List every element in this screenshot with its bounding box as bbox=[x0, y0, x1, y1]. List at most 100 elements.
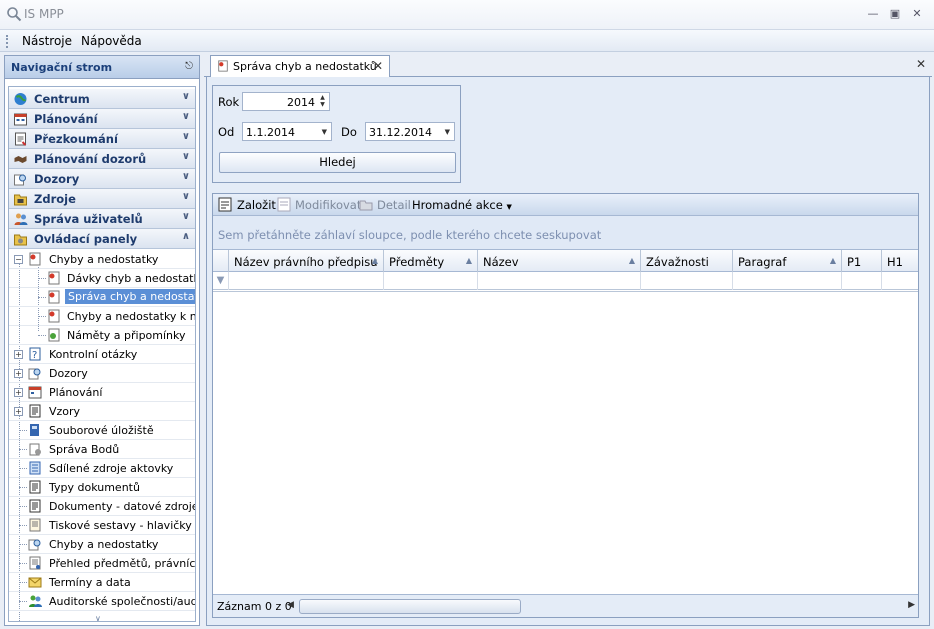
hromadne-akce-dropdown[interactable]: Hromadné akce ▼ bbox=[412, 198, 512, 212]
tree-item-chyby-k-n[interactable]: Chyby a nedostatky k n... bbox=[9, 307, 195, 326]
dropdown-arrow-icon[interactable]: ▼ bbox=[322, 128, 327, 136]
od-date-picker[interactable]: 1.1.2014 ▼ bbox=[242, 122, 332, 141]
menu-tools[interactable]: Nástroje bbox=[22, 34, 72, 48]
sort-arrow-icon: ▲ bbox=[628, 256, 635, 265]
tree-item-chyby-a-nedostatky[interactable]: − Chyby a nedostatky bbox=[9, 250, 195, 269]
menu-help[interactable]: Nápověda bbox=[81, 34, 142, 48]
filter-cell[interactable] bbox=[641, 272, 733, 290]
filter-cell[interactable] bbox=[229, 272, 384, 290]
group-dozory[interactable]: Dozory ∨ bbox=[9, 169, 195, 189]
rok-spinner[interactable]: 2014 ▲ ▼ bbox=[242, 92, 330, 111]
group-planovani[interactable]: Plánování ∨ bbox=[9, 109, 195, 129]
tree-item-tiskove-sestavy[interactable]: Tiskové sestavy - hlavičky a... bbox=[9, 516, 195, 535]
chevron-down-icon: ∨ bbox=[181, 91, 190, 102]
row-indicator-header bbox=[213, 250, 229, 272]
tree-item-davky-chyb[interactable]: Dávky chyb a nedostatků bbox=[9, 269, 195, 288]
tree-item-kontrolni-otazky[interactable]: + ? Kontrolní otázky bbox=[9, 345, 195, 364]
record-counter: Záznam 0 z 0 bbox=[217, 600, 292, 613]
scroll-right-icon[interactable]: ▶ bbox=[908, 600, 915, 610]
spin-up-down-icon[interactable]: ▲ ▼ bbox=[317, 94, 328, 109]
column-header-p1[interactable]: P1 bbox=[842, 250, 882, 272]
group-planovani-dozoru[interactable]: Plánování dozorů ∨ bbox=[9, 149, 195, 169]
tree-item-chyby-a-nedostatky-2[interactable]: Chyby a nedostatky bbox=[9, 535, 195, 554]
tree-item-sdilene-zdroje[interactable]: Sdílené zdroje aktovky bbox=[9, 459, 195, 478]
tree-item-souborove-uloziste[interactable]: Souborové úložiště bbox=[9, 421, 195, 440]
edit-record-icon bbox=[277, 197, 291, 212]
column-header-predmety[interactable]: Předměty ▲ bbox=[384, 250, 478, 272]
filter-icon[interactable]: ▼ bbox=[213, 272, 229, 290]
detail-button[interactable]: Detail bbox=[377, 198, 411, 212]
navigation-tree: Centrum ∨ Plánování ∨ Přezkoumání ∨ Plán… bbox=[8, 86, 196, 622]
tree-item-terminy-a-data[interactable]: Termíny a data bbox=[9, 573, 195, 592]
group-centrum[interactable]: Centrum ∨ bbox=[9, 89, 195, 109]
group-by-hint: Sem přetáhněte záhlaví sloupce, podle kt… bbox=[218, 228, 602, 242]
maximize-button[interactable]: ▣ bbox=[886, 6, 904, 22]
error-document-icon bbox=[48, 290, 60, 304]
rok-label: Rok bbox=[218, 95, 240, 109]
modifikovat-button[interactable]: Modifikovat bbox=[295, 198, 361, 212]
column-header-paragraf[interactable]: Paragraf ▲ bbox=[733, 250, 842, 272]
calendar-icon bbox=[14, 113, 27, 126]
tree-item-dokumenty-datove-zdroje[interactable]: Dokumenty - datové zdroje bbox=[9, 497, 195, 516]
filter-cell[interactable] bbox=[384, 272, 478, 290]
menu-bar: Nástroje Nápověda bbox=[0, 30, 934, 52]
do-label: Do bbox=[341, 125, 357, 139]
tree-item-namety[interactable]: Náměty a připomínky bbox=[9, 326, 195, 345]
handshake-icon bbox=[14, 156, 27, 163]
pin-icon[interactable]: ⎋ bbox=[185, 61, 193, 72]
suggestion-icon bbox=[48, 328, 60, 342]
tree-item-auditorske-spolecnosti[interactable]: Auditorské společnosti/audi... bbox=[9, 592, 195, 611]
content-area: Rok 2014 ▲ ▼ Od 1.1.2014 ▼ Do 31.12.2014 … bbox=[206, 77, 930, 626]
close-all-tabs-icon[interactable]: ✕ bbox=[916, 57, 926, 71]
tree-item-dozory[interactable]: + Dozory bbox=[9, 364, 195, 383]
group-zdroje[interactable]: Zdroje ∨ bbox=[9, 189, 195, 209]
close-tab-icon[interactable]: ✕ bbox=[373, 59, 383, 73]
dropdown-arrow-icon[interactable]: ▼ bbox=[445, 128, 450, 136]
group-ovladaci-panely[interactable]: Ovládací panely ∧ bbox=[9, 229, 195, 249]
search-document-icon bbox=[28, 539, 41, 551]
search-button[interactable]: Hledej bbox=[219, 152, 456, 173]
expand-toggle[interactable]: + bbox=[14, 407, 23, 416]
group-by-area[interactable]: Sem přetáhněte záhlaví sloupce, podle kt… bbox=[213, 216, 918, 250]
chevron-down-icon: ∨ bbox=[181, 111, 190, 122]
scrollbar-thumb[interactable] bbox=[299, 599, 521, 614]
tree-item-sprava-chyb[interactable]: Správa chyb a nedostatků bbox=[9, 288, 195, 307]
close-window-button[interactable]: ✕ bbox=[908, 6, 926, 22]
expand-toggle[interactable]: + bbox=[14, 388, 23, 397]
tree-item-prehled-predmetu[interactable]: Přehled předmětů, právních... bbox=[9, 554, 195, 573]
filter-cell[interactable] bbox=[733, 272, 842, 290]
tree-item-vzory[interactable]: + Vzory bbox=[9, 402, 195, 421]
document-icon bbox=[29, 499, 41, 513]
folder-icon bbox=[14, 194, 27, 206]
expand-toggle[interactable]: + bbox=[14, 350, 23, 359]
tree-item-sprava-bodu[interactable]: Správa Bodů bbox=[9, 440, 195, 459]
dropdown-arrow-icon: ▼ bbox=[506, 203, 512, 211]
filter-cell[interactable] bbox=[842, 272, 882, 290]
group-prezkoumani[interactable]: Přezkoumání ∨ bbox=[9, 129, 195, 149]
error-document-icon bbox=[48, 271, 60, 285]
filter-cell[interactable] bbox=[882, 272, 918, 290]
group-sprava-uzivatelu[interactable]: Správa uživatelů ∨ bbox=[9, 209, 195, 229]
filter-cell[interactable] bbox=[478, 272, 641, 290]
column-header-h1[interactable]: H1 bbox=[882, 250, 918, 272]
scroll-left-icon[interactable]: ◀ bbox=[287, 600, 294, 610]
tab-sprava-chyb[interactable]: Správa chyb a nedostatků ✕ bbox=[210, 55, 390, 77]
globe-icon bbox=[14, 93, 27, 105]
file-storage-icon bbox=[30, 424, 39, 436]
scroll-down-icon[interactable]: ∨ bbox=[95, 614, 101, 623]
chevron-down-icon: ∨ bbox=[181, 211, 190, 222]
navigation-panel-header: Navigační strom ⎋ bbox=[5, 56, 199, 79]
column-header-nazev-pravniho-predpisu[interactable]: Název právního předpisu ▲ bbox=[229, 250, 384, 272]
error-document-icon bbox=[48, 309, 60, 323]
minimize-button[interactable]: — bbox=[864, 6, 882, 22]
tree-item-typy-dokumentu[interactable]: Typy dokumentů bbox=[9, 478, 195, 497]
do-date-picker[interactable]: 31.12.2014 ▼ bbox=[365, 122, 455, 141]
expand-toggle[interactable]: + bbox=[14, 369, 23, 378]
chevron-down-icon: ∨ bbox=[181, 171, 190, 182]
column-header-nazev[interactable]: Název ▲ bbox=[478, 250, 641, 272]
zalozit-button[interactable]: Založit bbox=[237, 198, 276, 212]
horizontal-scrollbar[interactable]: ◀ ▶ bbox=[285, 599, 917, 614]
tree-item-planovani[interactable]: + Plánování bbox=[9, 383, 195, 402]
column-header-zavaznosti[interactable]: Závažnosti bbox=[641, 250, 733, 272]
collapse-toggle[interactable]: − bbox=[14, 255, 23, 264]
